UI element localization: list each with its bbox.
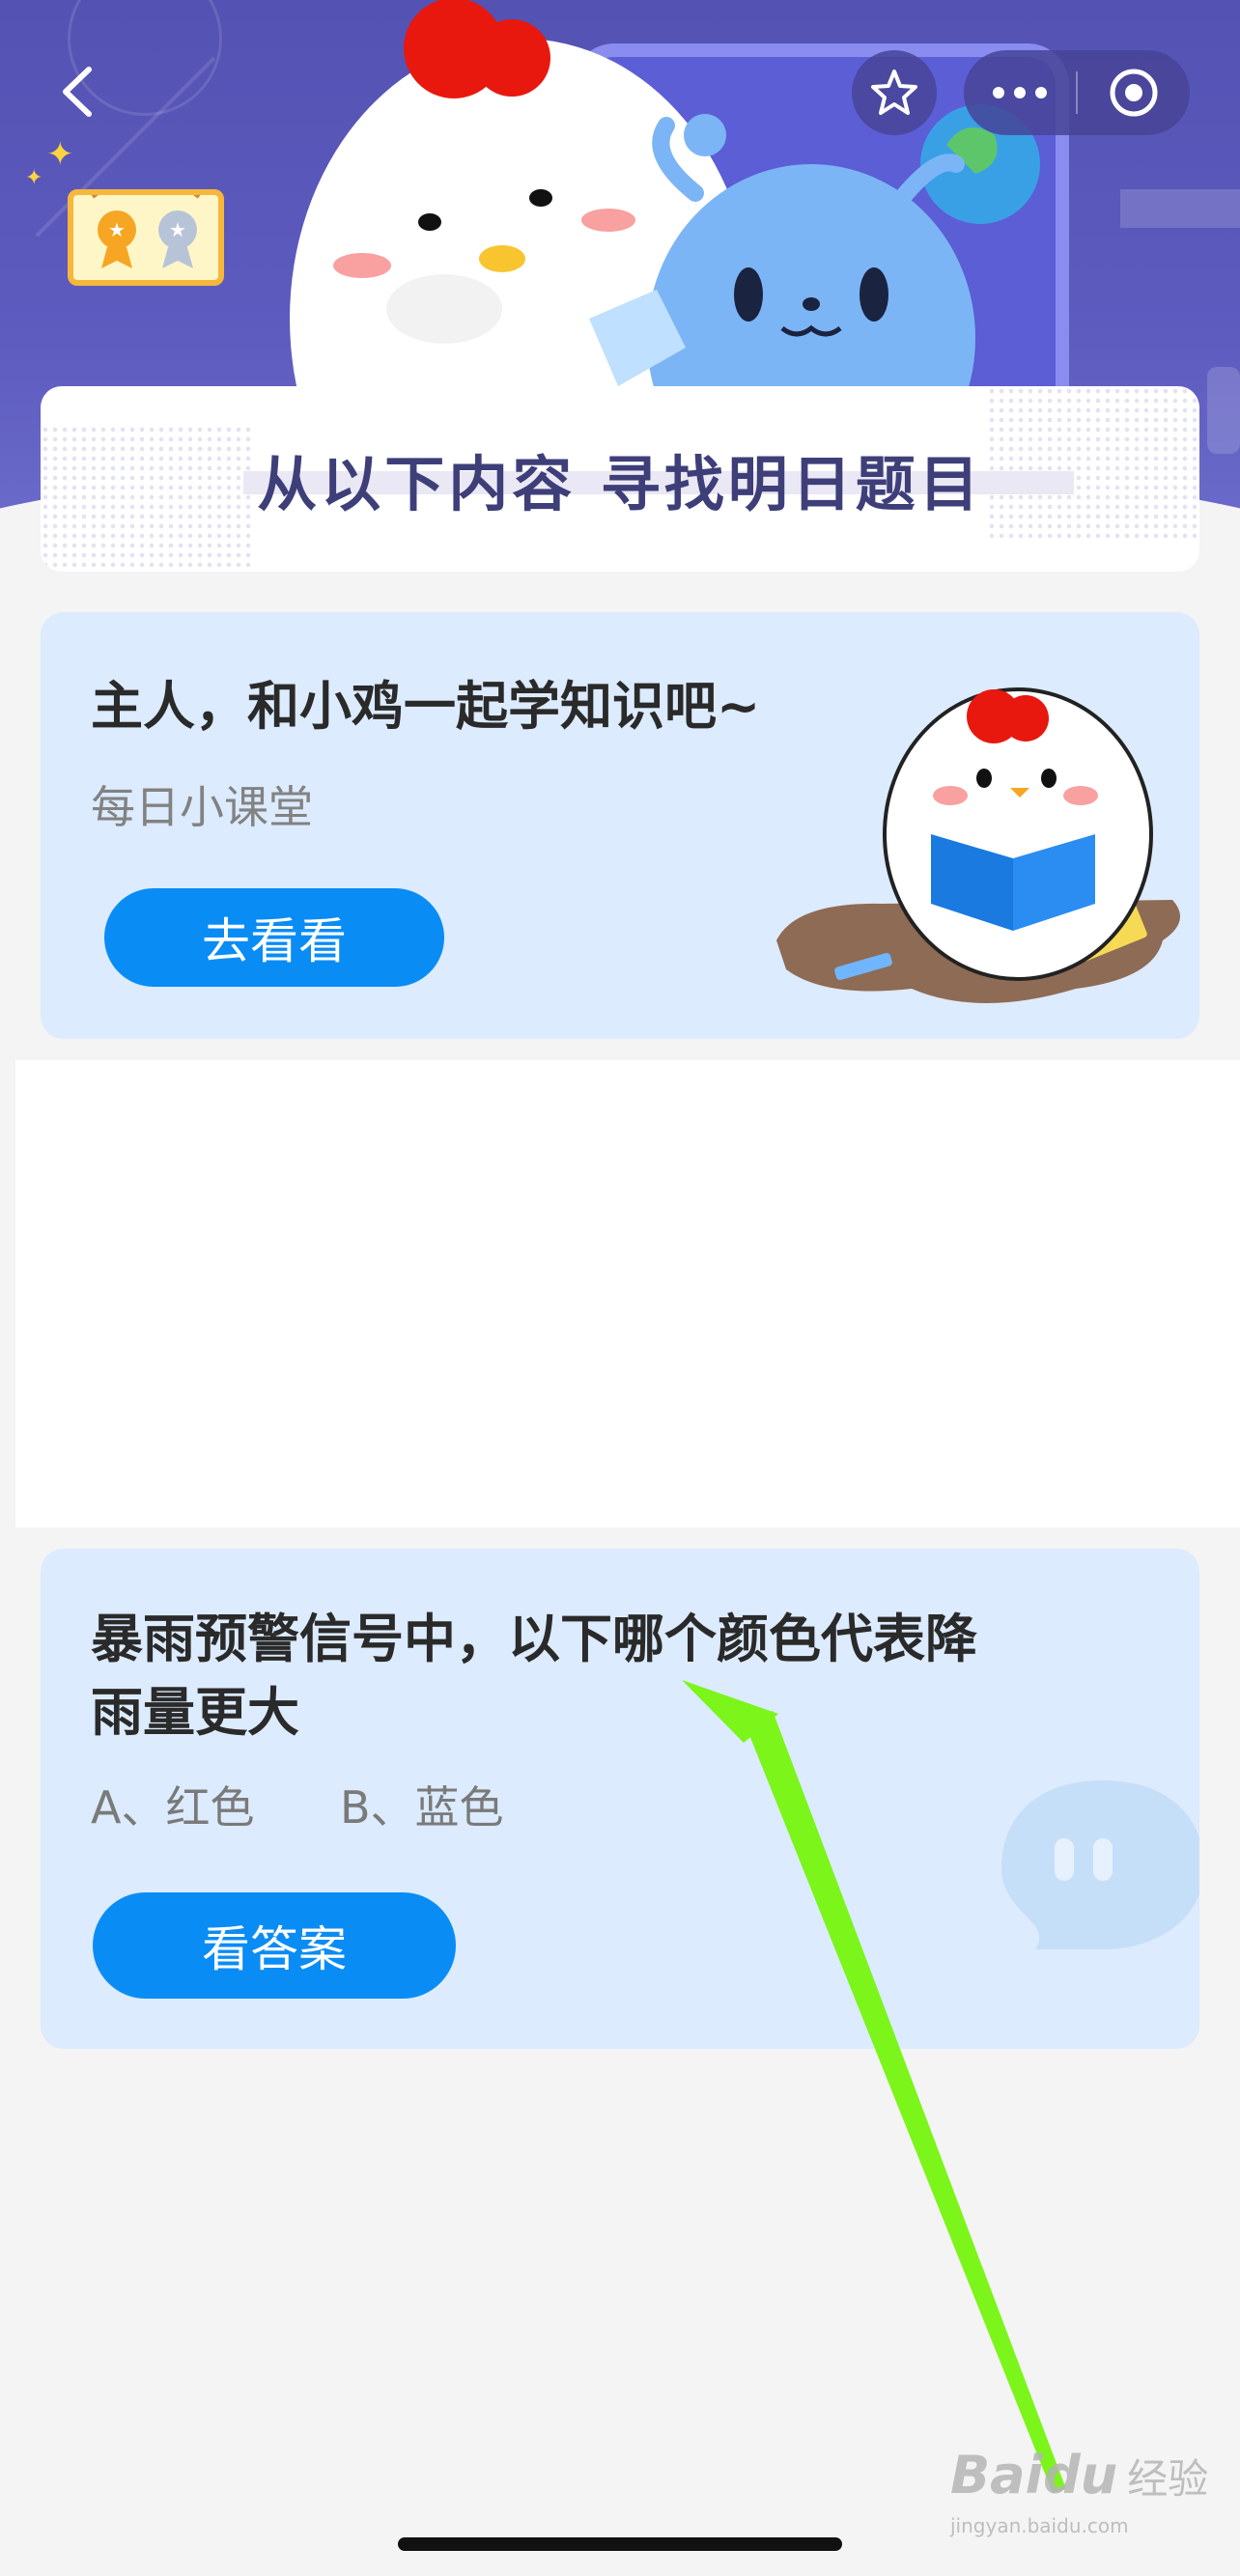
svg-text:★: ★	[169, 218, 186, 241]
target-circle-icon	[1110, 69, 1158, 117]
chat-bubble-icon	[1001, 1780, 1199, 1949]
medal-badge-icon[interactable]: ★ ★	[68, 154, 224, 286]
chicken-reading-illustration	[776, 687, 1180, 1003]
option-a: A、红色	[91, 1781, 255, 1834]
decorative-line	[1207, 367, 1240, 454]
star-icon	[871, 70, 917, 115]
sparkle-icon: ✦	[46, 135, 74, 174]
svg-text:★: ★	[108, 218, 126, 241]
sparkle-icon: ✦	[25, 166, 43, 190]
more-dots-icon	[993, 87, 1047, 98]
chevron-left-icon	[63, 67, 92, 117]
option-b: B、蓝色	[340, 1781, 504, 1834]
mini-program-capsule	[964, 50, 1190, 135]
more-button[interactable]	[964, 50, 1076, 135]
favorite-button[interactable]	[852, 50, 937, 135]
empty-content-area	[15, 1060, 1240, 1527]
watermark-brand: Baidu	[950, 2445, 1118, 2506]
home-indicator[interactable]	[398, 2537, 842, 2551]
watermark-suffix: 经验	[1127, 2455, 1209, 2503]
watermark-url: jingyan.baidu.com	[950, 2514, 1129, 2537]
baidu-watermark: Baidu 经验 jingyan.baidu.com	[950, 2445, 1209, 2537]
go-see-button[interactable]: 去看看	[104, 888, 444, 987]
view-answer-button[interactable]: 看答案	[93, 1892, 456, 1999]
banner-title: 从以下内容 寻找明日题目	[257, 449, 983, 519]
title-banner: 从以下内容 寻找明日题目	[41, 386, 1199, 572]
dot-pattern	[41, 425, 253, 572]
question-line-1: 暴雨预警信号中，以下哪个颜色代表降	[91, 1609, 977, 1669]
close-mini-program-button[interactable]	[1078, 50, 1190, 135]
lesson-card-title: 主人，和小鸡一起学知识吧~	[91, 676, 761, 737]
back-button[interactable]	[46, 58, 114, 126]
lesson-card[interactable]: 主人，和小鸡一起学知识吧~ 每日小课堂 去看看	[41, 612, 1199, 1039]
lesson-card-subtitle: 每日小课堂	[91, 781, 313, 833]
question-line-2: 雨量更大	[91, 1682, 299, 1743]
dot-pattern	[987, 386, 1199, 541]
question-card[interactable]: 暴雨预警信号中，以下哪个颜色代表降 雨量更大 A、红色 B、蓝色 看答案	[41, 1549, 1199, 2049]
